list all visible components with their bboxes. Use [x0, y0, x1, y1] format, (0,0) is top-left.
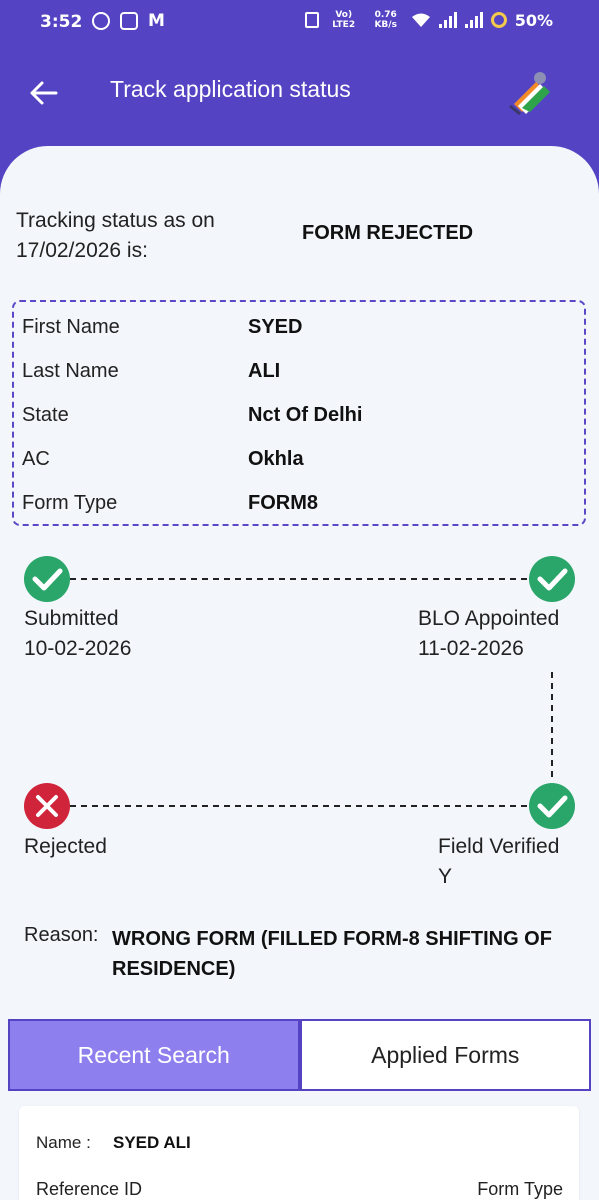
stage-submitted: Submitted 10-02-2026	[24, 604, 131, 664]
signal-icon-1	[438, 12, 457, 28]
back-arrow-icon[interactable]	[26, 76, 60, 110]
search-tabs: Recent Search Applied Forms	[8, 1019, 591, 1091]
notification-icons: M	[92, 12, 165, 30]
detail-label: Form Type	[22, 492, 118, 514]
applicant-details: First Name SYED Last Name ALI State Nct …	[12, 300, 586, 526]
detail-row-state: State Nct Of Delhi	[14, 396, 584, 440]
status-time: 3:52	[40, 12, 83, 32]
result-name-value: SYED ALI	[113, 1133, 191, 1152]
main-card: Tracking status as on 17/02/2026 is: FOR…	[0, 146, 599, 1200]
rejected-cross-icon	[24, 783, 70, 829]
stage-field-verified: Field Verified Y	[438, 832, 559, 892]
stage-label: BLO Appointed	[418, 607, 560, 630]
gallery-notification-icon	[120, 12, 138, 30]
detail-value: SYED	[248, 316, 303, 338]
reason-label: Reason:	[24, 924, 99, 946]
app-bar: Track application status	[0, 46, 599, 146]
tracking-status-value: FORM REJECTED	[302, 222, 474, 244]
stage-date: Y	[438, 865, 453, 888]
eci-logo-icon	[509, 72, 550, 116]
detail-row-last-name: Last Name ALI	[14, 352, 584, 396]
blo-appointed-check-icon	[529, 556, 575, 602]
stage-blo-appointed: BLO Appointed 11-02-2026	[418, 604, 559, 664]
system-icons: Vo) LTE2 0.76 KB/s 50%	[304, 10, 553, 30]
detail-row-ac: AC Okhla	[14, 440, 584, 484]
stage-label: Field Verified	[438, 835, 560, 858]
result-form-type-label: Form Type	[477, 1179, 563, 1199]
submitted-check-icon	[24, 556, 70, 602]
wifi-icon	[411, 13, 430, 27]
detail-value: ALI	[248, 360, 281, 382]
chat-notification-icon	[92, 12, 110, 30]
stage-date: 10-02-2026	[24, 637, 132, 660]
detail-label: State	[22, 404, 69, 426]
stage-label: Submitted	[24, 607, 119, 630]
reason-text: WRONG FORM (FILLED FORM-8 SHIFTING OF RE…	[112, 928, 552, 980]
network-speed: 0.76 KB/s	[374, 10, 397, 30]
detail-value: Okhla	[248, 448, 304, 470]
volte-indicator: Vo) LTE2	[332, 10, 356, 30]
status-bar: 3:52 M Vo) LTE2 0.76 KB/s 50%	[0, 0, 599, 46]
battery-icon	[490, 12, 507, 28]
detail-value: FORM8	[248, 492, 318, 514]
tab-recent-search[interactable]: Recent Search	[8, 1019, 300, 1091]
signal-icon-2	[464, 12, 483, 28]
result-reference-id-label: Reference ID	[36, 1179, 143, 1199]
stage-date: 11-02-2026	[418, 637, 524, 660]
tab-applied-forms[interactable]: Applied Forms	[299, 1019, 591, 1091]
detail-label: First Name	[22, 316, 120, 338]
detail-value: Nct Of Delhi	[248, 404, 363, 426]
detail-row-form-type: Form Type FORM8	[14, 484, 584, 528]
gmail-notification-icon: M	[148, 11, 165, 31]
vibrate-icon	[304, 12, 319, 28]
page-title: Track application status	[110, 76, 351, 102]
detail-label: AC	[22, 448, 50, 470]
detail-label: Last Name	[22, 360, 119, 382]
tracking-status-label: Tracking status as on 17/02/2026 is:	[16, 209, 215, 262]
result-name-label: Name :	[36, 1133, 91, 1152]
stage-rejected: Rejected	[24, 832, 107, 862]
field-verified-check-icon	[529, 783, 575, 829]
recent-search-result-card[interactable]: Name : SYED ALI Reference ID Form Type	[19, 1106, 579, 1200]
stage-label: Rejected	[24, 835, 107, 858]
status-timeline	[24, 556, 575, 829]
battery-percent: 50%	[514, 10, 553, 30]
detail-row-first-name: First Name SYED	[14, 308, 584, 352]
